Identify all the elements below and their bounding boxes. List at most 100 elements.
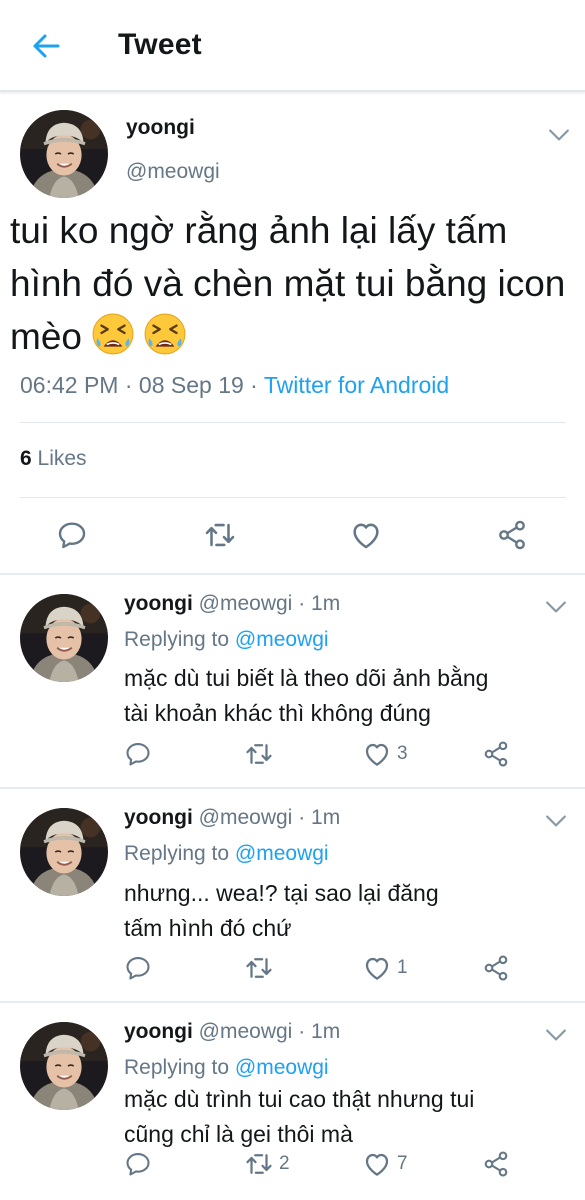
meta-separator: · [124,372,139,398]
replying-to: Replying to @meowgi [124,842,329,866]
author-name[interactable]: yoongi [124,592,193,615]
retweet-icon [203,518,237,552]
retweet-button[interactable] [244,738,279,770]
time-separator: · [298,1020,312,1043]
main-tweet: yoongi @meowgi tui ko ngờ rằng ảnh lại l… [0,94,585,574]
more-options-button[interactable] [545,1028,567,1042]
avatar[interactable] [20,1022,108,1110]
avatar[interactable] [20,110,108,198]
reply-text: mặc dù tui biết là theo dõi ảnh bằng tài… [124,661,564,731]
tweet-time: 06:42 PM [20,372,119,398]
tired-face-emoji [92,313,134,355]
top-app-bar: Tweet [0,0,585,92]
reply-text-line: mặc dù trình tui cao thật nhưng tui [124,1086,475,1112]
author-handle[interactable]: @meowgi [199,806,293,829]
reply-header: yoongi @meowgi · 1m [124,806,340,830]
avatar[interactable] [20,594,108,682]
more-options-button[interactable] [545,600,567,614]
reply-time: 1m [311,806,341,829]
retweet-icon [244,1149,274,1179]
chevron-down-icon [545,1028,567,1042]
reply-icon [124,1150,152,1178]
author-name[interactable]: yoongi [124,1020,193,1043]
retweet-button[interactable]: 2 [244,1148,290,1180]
reply-header: yoongi @meowgi · 1m [124,1020,340,1044]
share-button[interactable] [482,738,510,770]
separator [0,787,585,789]
share-icon [482,1150,510,1178]
reply-text-line: mặc dù tui biết là theo dõi ảnh bằng [124,665,489,691]
arrow-left-icon [33,34,60,58]
reply-time: 1m [311,592,341,615]
reply-button[interactable] [124,952,152,984]
replying-to: Replying to @meowgi [124,1056,329,1080]
like-button[interactable] [346,515,386,555]
mention-link[interactable]: @meowgi [235,1056,329,1079]
reply-text-line: tấm hình đó chứ [124,915,292,941]
separator [0,573,585,575]
more-options-button[interactable] [548,128,570,142]
author-name[interactable]: yoongi [126,116,195,140]
reply-text-line: cũng chỉ là gei thôi mà [124,1121,353,1147]
retweet-button[interactable] [200,515,240,555]
retweet-button[interactable] [244,952,279,984]
reply-text-line: nhưng... wea!? tại sao lại đăng [124,880,439,906]
replying-to: Replying to @meowgi [124,628,329,652]
reply-button[interactable] [124,738,152,770]
replying-to-label: Replying to [124,628,230,651]
heart-icon [362,739,392,769]
retweet-icon [244,953,274,983]
reply-text-line: tài khoản khác thì không đúng [124,700,431,726]
avatar[interactable] [20,808,108,896]
likes-summary[interactable]: 6 Likes [20,447,87,471]
tweet-source-link[interactable]: Twitter for Android [264,372,449,398]
reply-text: nhưng... wea!? tại sao lại đăng tấm hình… [124,876,564,946]
time-separator: · [298,592,312,615]
share-button[interactable] [492,515,532,555]
reply-button[interactable] [124,1148,152,1180]
page-title: Tweet [118,28,202,61]
back-button[interactable] [26,28,66,64]
reply-button[interactable] [52,515,92,555]
share-icon [482,740,510,768]
reply-header: yoongi @meowgi · 1m [124,592,340,616]
replying-to-label: Replying to [124,842,230,865]
author-handle[interactable]: @meowgi [126,160,220,184]
reply-tweet[interactable]: yoongi @meowgi · 1m Replying to @meowgi … [0,790,585,1002]
reply-tweet[interactable]: yoongi @meowgi · 1m Replying to @meowgi … [0,576,585,788]
separator [0,1001,585,1003]
reply-icon [56,519,88,551]
tweet-meta: 06:42 PM · 08 Sep 19 · Twitter for Andro… [20,372,449,399]
share-button[interactable] [482,952,510,984]
share-button[interactable] [482,1148,510,1180]
heart-icon [349,518,383,552]
chevron-down-icon [548,128,570,142]
divider [20,422,566,423]
like-button[interactable]: 1 [362,952,408,984]
more-options-button[interactable] [545,814,567,828]
chevron-down-icon [545,814,567,828]
reply-icon [124,954,152,982]
mention-link[interactable]: @meowgi [235,842,329,865]
like-button[interactable]: 3 [362,738,408,770]
tweet-date: 08 Sep 19 [138,372,244,398]
author-handle[interactable]: @meowgi [199,592,293,615]
likes-label: Likes [37,447,87,470]
like-count: 7 [397,1153,408,1174]
like-count: 1 [397,957,408,978]
reply-icon [124,740,152,768]
heart-icon [362,953,392,983]
divider [20,497,566,498]
like-button[interactable]: 7 [362,1148,408,1180]
like-count: 3 [397,743,408,764]
likes-count: 6 [20,447,32,470]
replying-to-label: Replying to [124,1056,230,1079]
reply-tweet[interactable]: yoongi @meowgi · 1m Replying to @meowgi … [0,1004,585,1200]
author-handle[interactable]: @meowgi [199,1020,293,1043]
time-separator: · [298,806,312,829]
meta-separator: · [250,372,264,398]
retweet-icon [244,739,274,769]
tweet-text: tui ko ngờ rằng ảnh lại lấy tấm hình đó … [10,204,580,363]
author-name[interactable]: yoongi [124,806,193,829]
mention-link[interactable]: @meowgi [235,628,329,651]
